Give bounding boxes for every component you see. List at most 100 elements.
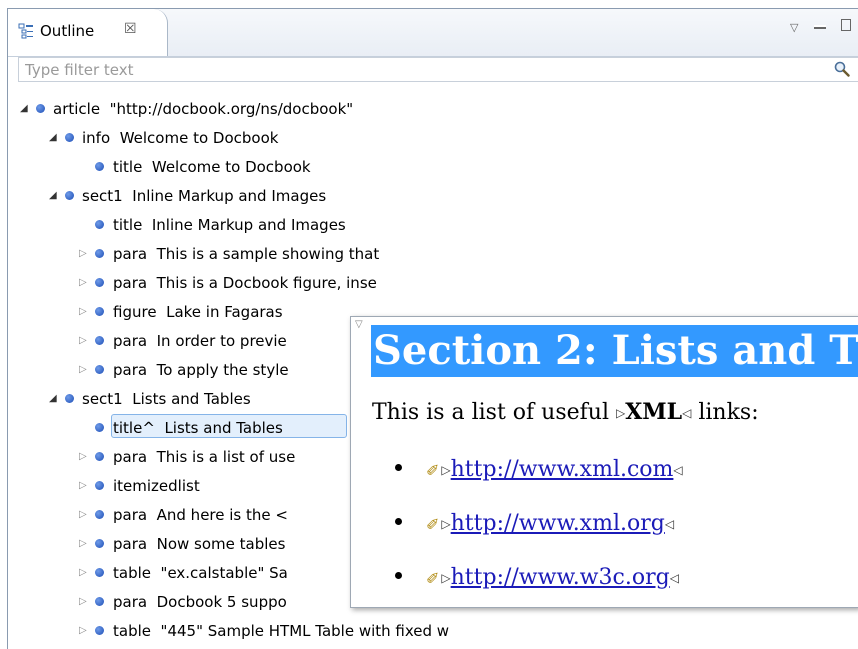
element-text: This is a Docbook figure, inse	[156, 274, 377, 292]
element-node-icon	[95, 162, 104, 171]
expand-icon[interactable]: ▷	[79, 336, 89, 346]
tag-end-marker-icon: ◁	[682, 406, 692, 420]
element-text: Welcome to Docbook	[119, 129, 279, 147]
expand-icon[interactable]: ▷	[79, 597, 89, 607]
element-tag: title	[113, 158, 143, 176]
element-node-icon	[95, 336, 104, 345]
element-tag: para	[113, 274, 148, 292]
view-menu-icon[interactable]: ▽	[790, 21, 798, 34]
popup-arrow-icon: ▽	[355, 319, 363, 330]
collapse-icon[interactable]: ◢	[49, 394, 59, 404]
outline-icon	[18, 23, 33, 39]
element-tag: sect1	[82, 390, 123, 408]
expand-icon[interactable]: ▷	[79, 568, 89, 578]
intro-after: links:	[691, 400, 759, 425]
tree-row-label: para In order to previe	[113, 328, 287, 354]
tree-row-label: para This is a sample showing that	[113, 241, 379, 267]
tag-end-marker-icon: ◁	[664, 517, 675, 531]
element-tag: info	[82, 129, 111, 147]
element-node-icon	[36, 104, 45, 113]
expand-icon[interactable]: ▷	[79, 539, 89, 549]
search-icon[interactable]	[834, 61, 850, 77]
element-text: Inline Markup and Images	[151, 216, 346, 234]
element-text: "http://docbook.org/ns/docbook"	[109, 100, 354, 118]
bullet-icon	[395, 571, 402, 579]
element-node-icon	[65, 133, 74, 142]
tree-row-label: figure Lake in Fagaras	[113, 299, 283, 325]
element-node-icon	[95, 626, 104, 635]
element-tag: para	[113, 535, 148, 553]
preview-link[interactable]: http://www.xml.com	[451, 457, 674, 482]
element-node-icon	[95, 220, 104, 229]
element-node-icon	[95, 539, 104, 548]
collapse-icon[interactable]: ◢	[49, 191, 59, 201]
element-tag: para	[113, 245, 148, 263]
element-node-icon	[95, 365, 104, 374]
tag-end-marker-icon: ◁	[669, 571, 679, 585]
intro-tag: XML	[625, 399, 683, 425]
preview-intro: This is a list of useful ▷XML◁ links:	[372, 399, 759, 425]
element-node-icon	[65, 394, 74, 403]
minimize-icon[interactable]	[814, 25, 826, 29]
element-tag: para	[113, 506, 148, 524]
element-text: This is a list of use	[156, 448, 296, 466]
bullet-icon	[395, 463, 402, 471]
element-tag: figure	[113, 303, 157, 321]
preview-link[interactable]: http://www.w3c.org	[451, 565, 670, 590]
element-node-icon	[95, 452, 104, 461]
collapse-icon[interactable]: ◢	[49, 133, 59, 143]
tree-row-label: itemizedlist	[113, 473, 209, 499]
element-tag: para	[113, 448, 148, 466]
element-text: In order to previe	[156, 332, 287, 350]
filter-input[interactable]	[19, 58, 819, 81]
preview-popup: ▽ Section 2: Lists and T This is a list …	[350, 316, 858, 608]
element-tag: title^	[113, 419, 155, 437]
element-text: To apply the style	[156, 361, 289, 379]
expand-icon[interactable]: ▷	[79, 481, 89, 491]
preview-heading: Section 2: Lists and T	[371, 325, 858, 377]
element-text: Welcome to Docbook	[151, 158, 311, 176]
tag-start-marker-icon: ▷	[441, 517, 451, 531]
element-node-icon	[95, 568, 104, 577]
tree-row-label: para This is a list of use	[113, 444, 295, 470]
tag-start-marker-icon: ▷	[441, 463, 451, 477]
element-text: "ex.calstable" Sa	[160, 564, 288, 582]
element-tag: sect1	[82, 187, 123, 205]
expand-icon[interactable]: ▷	[79, 307, 89, 317]
element-tag: table	[113, 622, 151, 640]
element-tag: para	[113, 361, 148, 379]
collapse-icon[interactable]: ◢	[20, 104, 30, 114]
element-text: Lake in Fagaras	[166, 303, 283, 321]
tree-row-label: title Welcome to Docbook	[113, 154, 311, 180]
element-tag: title	[113, 216, 143, 234]
tree-row-label: para Now some tables	[113, 531, 285, 557]
link-icon: ✐	[426, 515, 440, 534]
tag-end-marker-icon: ◁	[673, 463, 683, 477]
tag-start-marker-icon: ▷	[441, 571, 451, 585]
element-text: Inline Markup and Images	[132, 187, 327, 205]
bullet-icon	[395, 517, 402, 525]
tree-row-label: table "ex.calstable" Sa	[113, 560, 288, 586]
maximize-icon[interactable]	[841, 19, 851, 31]
tree-row-label: title Inline Markup and Images	[113, 212, 346, 238]
close-icon[interactable]: ☒	[124, 21, 137, 37]
expand-icon[interactable]: ▷	[79, 365, 89, 375]
expand-icon[interactable]: ▷	[79, 452, 89, 462]
element-node-icon	[95, 597, 104, 606]
expand-icon[interactable]: ▷	[79, 510, 89, 520]
outline-tab[interactable]: Outline ☒	[8, 9, 168, 56]
element-text: Lists and Tables	[164, 419, 283, 437]
element-text: "445" Sample HTML Table with fixed w	[160, 622, 450, 640]
expand-icon[interactable]: ▷	[79, 278, 89, 288]
preview-link[interactable]: http://www.xml.org	[451, 511, 665, 536]
expand-icon[interactable]: ▷	[79, 249, 89, 259]
element-text: Docbook 5 suppo	[156, 593, 287, 611]
element-text: Lists and Tables	[132, 390, 251, 408]
element-text: And here is the <	[156, 506, 288, 524]
list-item: ✐ ▷http://www.xml.com◁	[395, 457, 683, 482]
expand-icon[interactable]: ▷	[79, 626, 89, 636]
tree-row-label: sect1 Lists and Tables	[82, 386, 251, 412]
tag-start-marker-icon: ▷	[616, 406, 626, 420]
element-node-icon	[95, 307, 104, 316]
tree-row-label: sect1 Inline Markup and Images	[82, 183, 326, 209]
